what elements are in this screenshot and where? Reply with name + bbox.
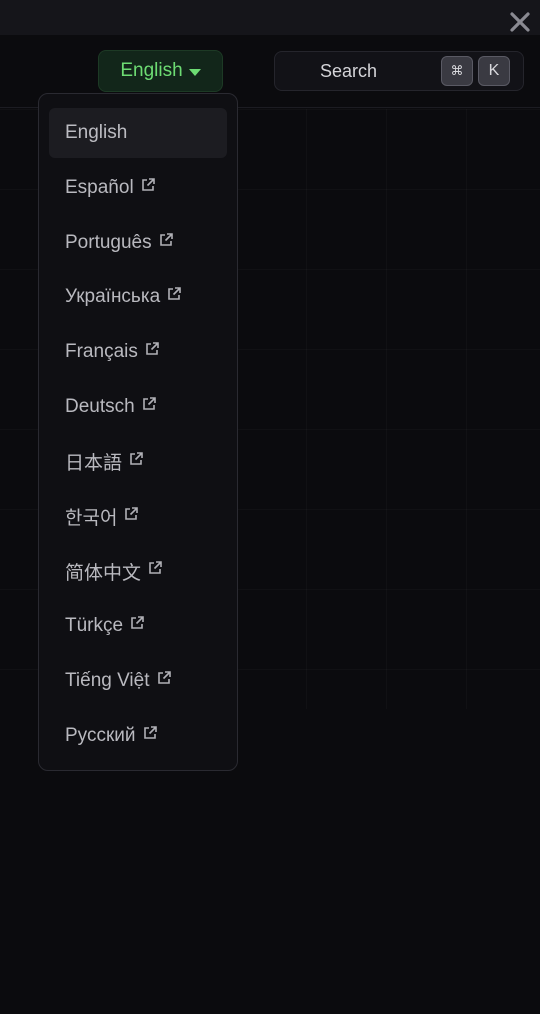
language-item-portuguese[interactable]: Português <box>49 218 227 268</box>
language-item-german[interactable]: Deutsch <box>49 382 227 432</box>
language-button-label: English <box>120 60 183 81</box>
language-item-japanese[interactable]: 日本語 <box>49 437 227 487</box>
language-item-english[interactable]: English <box>49 108 227 158</box>
top-strip <box>0 0 540 35</box>
language-item-russian[interactable]: Русский <box>49 711 227 761</box>
language-item-spanish[interactable]: Español <box>49 163 227 213</box>
language-label: 简体中文 <box>65 562 142 584</box>
search-button[interactable]: Search ⌘ K <box>274 51 524 91</box>
search-label: Search <box>320 61 378 81</box>
language-item-korean[interactable]: 한국어 <box>49 492 227 542</box>
k-key: K <box>478 56 510 86</box>
language-dropdown-button[interactable]: English <box>98 50 223 92</box>
external-link-icon <box>123 506 139 522</box>
language-label: 日本語 <box>65 453 123 475</box>
language-item-ukrainian[interactable]: Українська <box>49 272 227 322</box>
external-link-icon <box>129 615 145 631</box>
external-link-icon <box>128 451 144 467</box>
command-key: ⌘ <box>441 56 473 86</box>
language-label: Русский <box>65 724 136 746</box>
close-button[interactable] <box>508 10 532 34</box>
language-item-turkish[interactable]: Türkçe <box>49 601 227 651</box>
language-label: Français <box>65 341 138 363</box>
language-label: Tiếng Việt <box>65 669 150 691</box>
page: English Search ⌘ K English Español Portu… <box>0 0 540 1014</box>
external-link-icon <box>144 341 160 357</box>
language-label: Українська <box>65 286 161 308</box>
external-link-icon <box>140 177 156 193</box>
language-label: Türkçe <box>65 615 124 637</box>
language-label: Português <box>65 231 152 253</box>
language-item-french[interactable]: Français <box>49 327 227 377</box>
external-link-icon <box>158 232 174 248</box>
external-link-icon <box>147 560 163 576</box>
external-link-icon <box>156 670 172 686</box>
language-item-simplified-chinese[interactable]: 简体中文 <box>49 546 227 596</box>
language-label: Español <box>65 176 134 198</box>
caret-down-icon <box>188 68 201 76</box>
language-label: 한국어 <box>65 508 118 530</box>
external-link-icon <box>141 396 157 412</box>
external-link-icon <box>142 725 158 741</box>
external-link-icon <box>166 286 182 302</box>
close-icon <box>510 12 530 32</box>
language-label: Deutsch <box>65 395 135 417</box>
language-menu: English Español Português Українська Fra… <box>38 93 238 771</box>
language-item-vietnamese[interactable]: Tiếng Việt <box>49 656 227 706</box>
language-label: English <box>65 122 128 143</box>
